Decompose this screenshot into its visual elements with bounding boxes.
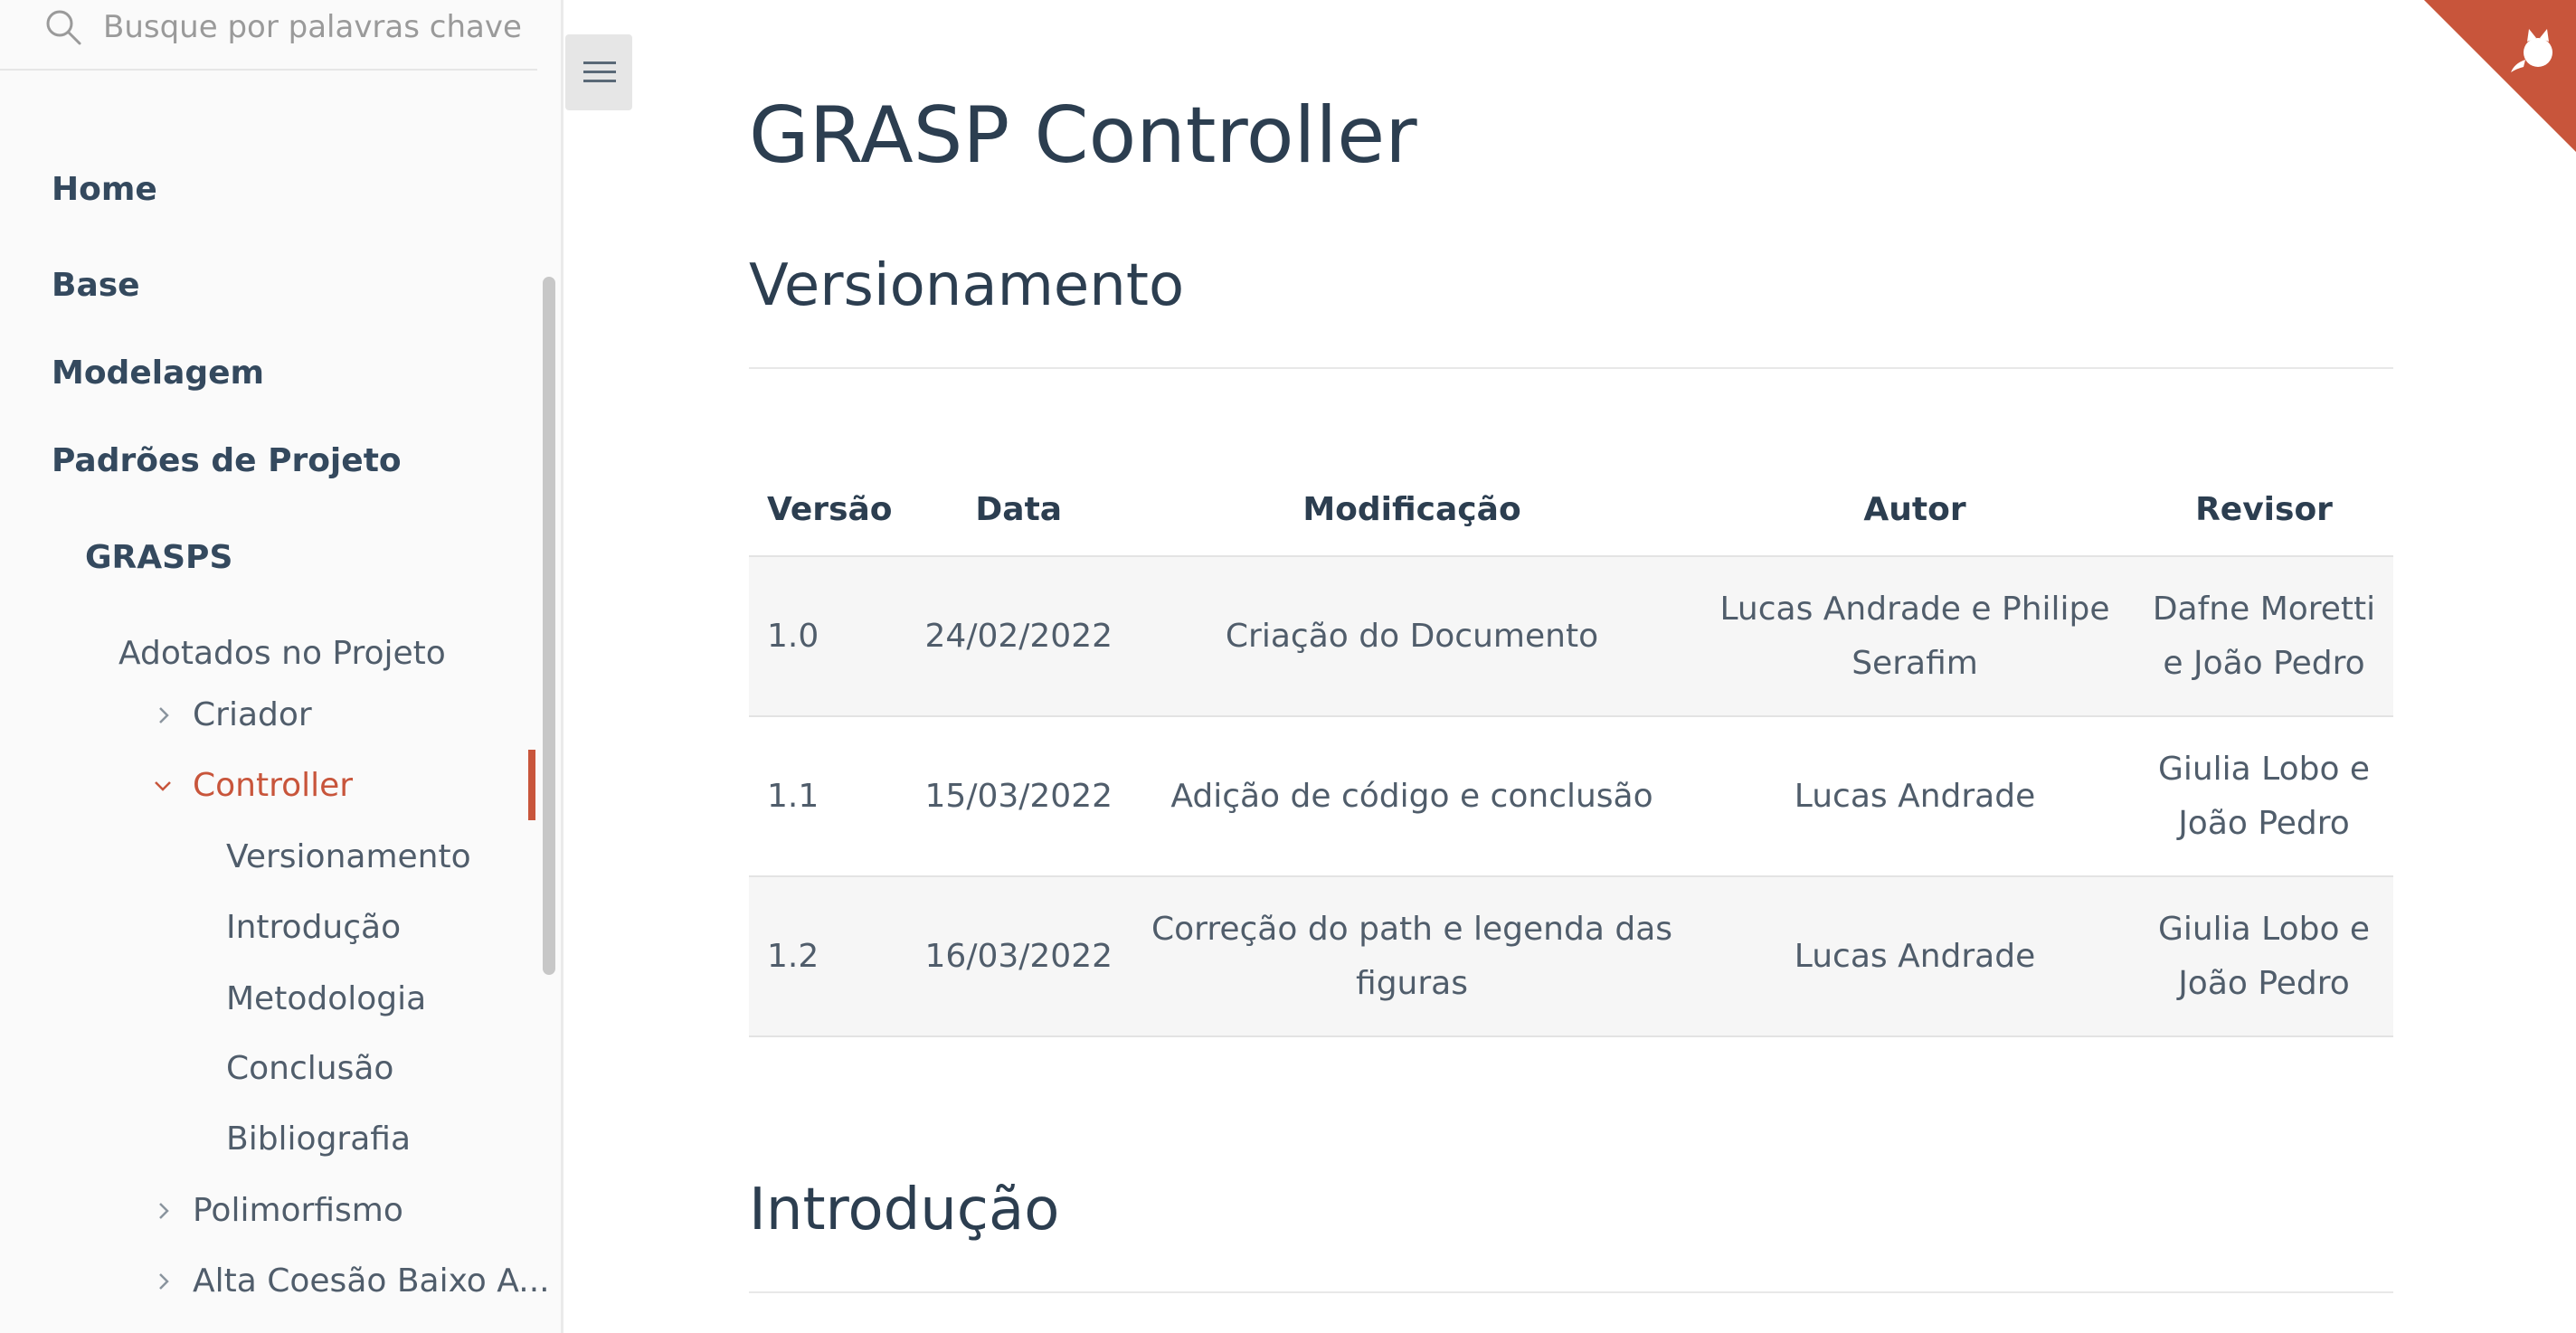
cell-modificacao: Correção do path e legenda das figuras — [1129, 876, 1696, 1037]
divider — [749, 367, 2393, 369]
column-header: Versão — [749, 463, 909, 557]
table-row: 1.2 16/03/2022 Correção do path e legend… — [749, 876, 2393, 1037]
chevron-right-icon[interactable] — [154, 705, 174, 725]
search-icon — [46, 10, 81, 45]
cell-modificacao: Adição de código e conclusão — [1129, 716, 1696, 877]
versioning-table: Versão Data Modificação Autor Revisor 1.… — [749, 463, 2393, 1037]
chevron-right-icon[interactable] — [154, 1201, 174, 1221]
sidebar-toggle-button[interactable] — [565, 34, 632, 110]
cell-versao: 1.0 — [749, 556, 909, 717]
page-title: GRASP Controller — [749, 90, 1417, 181]
table-row: 1.0 24/02/2022 Criação do Documento Luca… — [749, 556, 2393, 717]
column-header: Autor — [1695, 463, 2136, 557]
cell-data: 15/03/2022 — [908, 716, 1130, 877]
cell-autor: Lucas Andrade e Philipe Serafim — [1695, 556, 2136, 717]
search-input[interactable]: Busque por palavras chave — [103, 7, 522, 47]
github-corner-link[interactable] — [2424, 0, 2576, 152]
section-heading-versionamento: Versionamento — [749, 252, 1185, 319]
cell-revisor: Giulia Lobo e João Pedro — [2135, 876, 2393, 1037]
cell-revisor: Dafne Moretti e João Pedro — [2135, 556, 2393, 717]
cell-data: 24/02/2022 — [908, 556, 1130, 717]
search-bar[interactable]: Busque por palavras chave — [0, 0, 537, 71]
sidebar-item-base[interactable]: Base — [52, 265, 140, 307]
sidebar-item-home[interactable]: Home — [52, 169, 157, 211]
cell-autor: Lucas Andrade — [1695, 716, 2136, 877]
cell-data: 16/03/2022 — [908, 876, 1130, 1037]
sidebar-subitem-introducao[interactable]: Introdução — [226, 907, 401, 949]
chevron-right-icon[interactable] — [154, 1272, 174, 1291]
sidebar-subitem-bibliografia[interactable]: Bibliografia — [226, 1119, 411, 1160]
sidebar-subitem-conclusao[interactable]: Conclusão — [226, 1048, 393, 1090]
sidebar-item-controller[interactable]: Controller — [193, 765, 353, 807]
cell-versao: 1.2 — [749, 876, 909, 1037]
column-header: Modificação — [1129, 463, 1696, 557]
sidebar-item-criador[interactable]: Criador — [193, 695, 312, 736]
sidebar-item-alta-coesao[interactable]: Alta Coesão Baixo A... — [193, 1261, 550, 1302]
sidebar-item-adotados-no-projeto[interactable]: Adotados no Projeto — [118, 633, 446, 675]
sidebar: Busque por palavras chave Home Base Mode… — [0, 0, 564, 1333]
sidebar-item-grasps[interactable]: GRASPS — [85, 537, 232, 579]
sidebar-item-polimorfismo[interactable]: Polimorfismo — [193, 1190, 403, 1232]
divider — [749, 1291, 2393, 1293]
sidebar-item-padroes-de-projeto[interactable]: Padrões de Projeto — [52, 440, 402, 482]
cell-versao: 1.1 — [749, 716, 909, 877]
column-header: Revisor — [2135, 463, 2393, 557]
cell-autor: Lucas Andrade — [1695, 876, 2136, 1037]
sidebar-item-modelagem[interactable]: Modelagem — [52, 353, 264, 394]
column-header: Data — [908, 463, 1130, 557]
sidebar-subitem-versionamento[interactable]: Versionamento — [226, 837, 471, 878]
table-row: 1.1 15/03/2022 Adição de código e conclu… — [749, 716, 2393, 877]
table-header-row: Versão Data Modificação Autor Revisor — [749, 463, 2393, 557]
cell-revisor: Giulia Lobo e João Pedro — [2135, 716, 2393, 877]
sidebar-scrollbar[interactable] — [543, 277, 555, 975]
sidebar-subitem-metodologia[interactable]: Metodologia — [226, 978, 426, 1020]
chevron-down-icon[interactable] — [153, 776, 173, 796]
active-item-indicator — [528, 750, 535, 820]
cell-modificacao: Criação do Documento — [1129, 556, 1696, 717]
section-heading-introducao: Introdução — [749, 1177, 1060, 1243]
